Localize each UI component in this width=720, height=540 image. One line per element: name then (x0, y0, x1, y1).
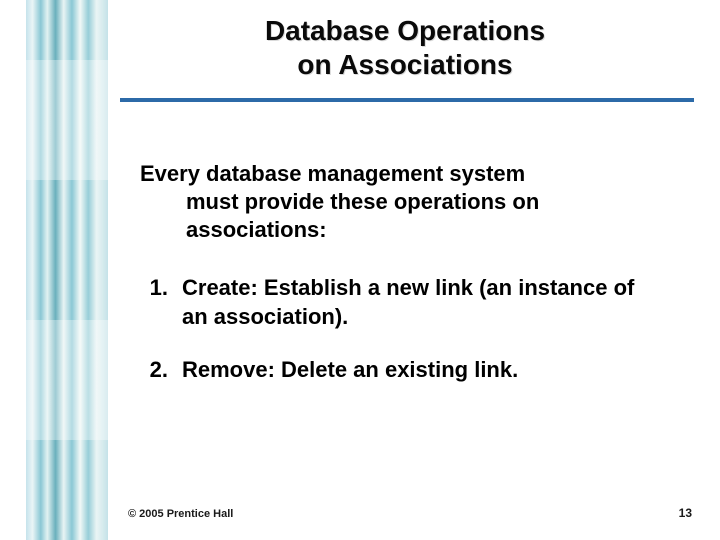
slide-body: Every database management system must pr… (140, 160, 664, 408)
item-number: 2. (140, 356, 168, 385)
slide-title: Database Operations on Associations (130, 14, 680, 81)
title-line2: on Associations (297, 49, 512, 80)
item-label: Create: (182, 275, 258, 300)
title-line1: Database Operations (265, 15, 545, 46)
item-body: Remove: Delete an existing link. (182, 356, 664, 385)
intro-line2: must provide these operations on associa… (140, 188, 664, 244)
copyright: © 2005 Prentice Hall (128, 508, 233, 520)
list-item: 2. Remove: Delete an existing link. (140, 356, 664, 385)
operations-list: 1. Create: Establish a new link (an inst… (140, 274, 664, 384)
decorative-sidebar (26, 0, 108, 540)
item-number: 1. (140, 274, 168, 331)
item-label: Remove: (182, 357, 275, 382)
intro-text: Every database management system must pr… (140, 160, 664, 244)
intro-line1: Every database management system (140, 161, 525, 186)
title-underline (120, 98, 694, 102)
item-body: Create: Establish a new link (an instanc… (182, 274, 664, 331)
item-text: Delete an existing link. (275, 357, 518, 382)
page-number: 13 (679, 506, 692, 520)
list-item: 1. Create: Establish a new link (an inst… (140, 274, 664, 331)
